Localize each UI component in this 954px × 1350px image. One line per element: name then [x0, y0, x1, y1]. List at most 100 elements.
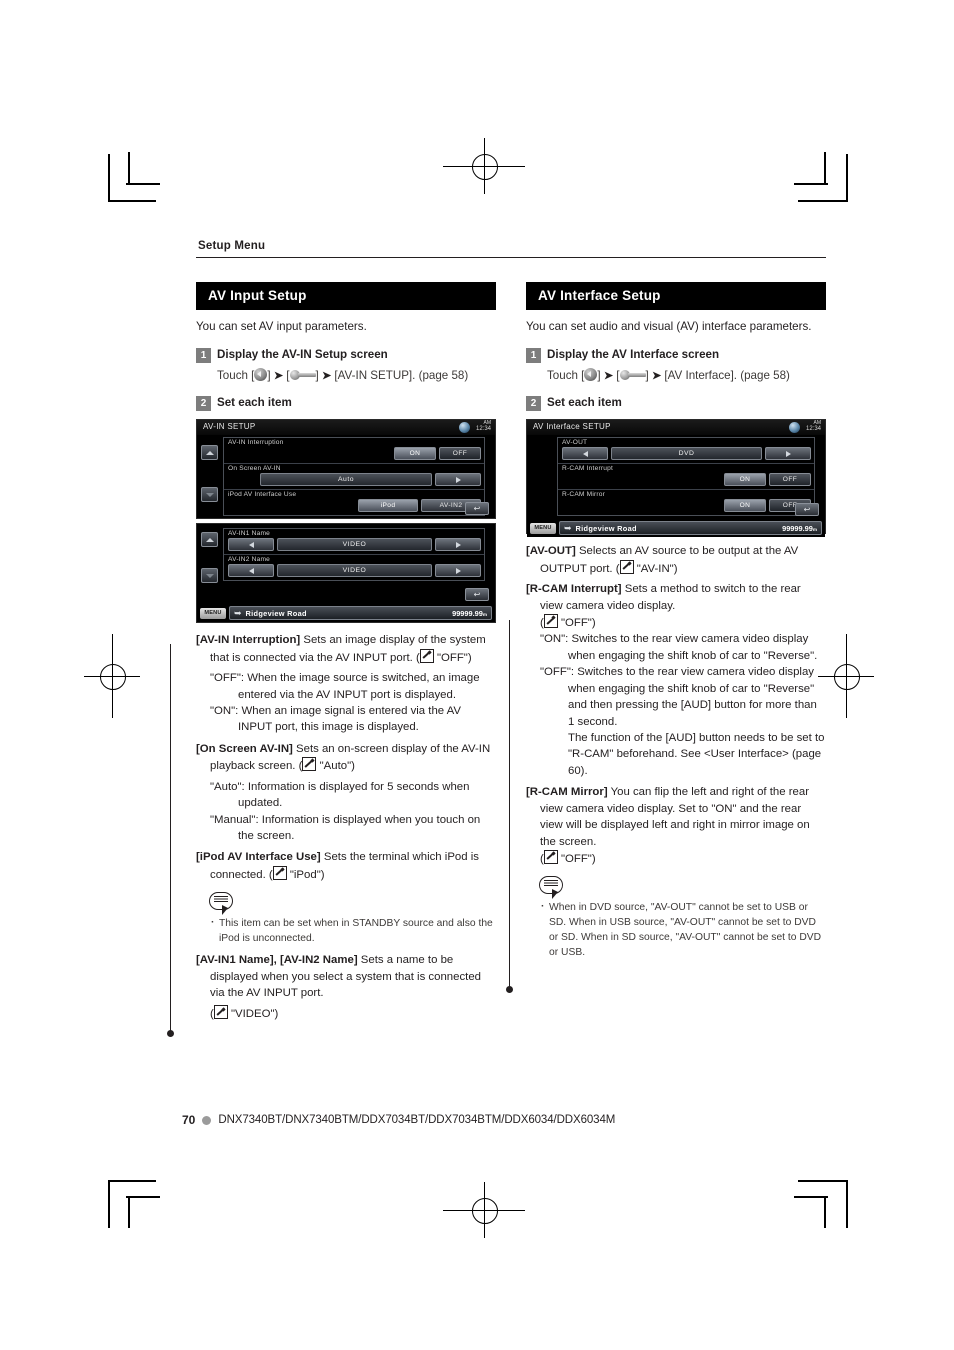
- touch-prefix-text: Touch [: [217, 368, 255, 382]
- triangle-left-icon: [582, 450, 588, 457]
- definition-ipod-av-interface-use: [iPod AV Interface Use] Sets the termina…: [196, 849, 496, 883]
- screenshot-title: AV-IN SETUP: [203, 422, 256, 432]
- left-touch-instruction: Touch [] ➤ [] ➤ [AV-IN SETUP]. (page 58): [217, 367, 469, 382]
- sub-key: "Auto":: [210, 780, 245, 793]
- nav-street-name: Ridgeview Road: [245, 608, 307, 618]
- av-out-next-button[interactable]: [765, 447, 811, 461]
- av-in2-name-value: VIDEO: [277, 564, 432, 578]
- right-step-1: 1 Display the AV Interface screen: [526, 347, 826, 363]
- row-label: On Screen AV-IN: [228, 465, 281, 473]
- r-cam-mirror-on-button[interactable]: ON: [724, 499, 766, 513]
- row-label: R-CAM Interrupt: [562, 465, 613, 473]
- note-bubble-icon: [209, 892, 235, 916]
- sub-value: Switches to the rear view camera video d…: [568, 633, 818, 662]
- definition-label: [R-CAM Interrupt]: [526, 583, 622, 596]
- row-on-screen-av-in: On Screen AV-IN Auto: [224, 464, 484, 491]
- av-out-prev-button[interactable]: [562, 447, 608, 461]
- turn-arrow-icon: ➥: [234, 607, 242, 618]
- default-setting-icon: [543, 849, 558, 864]
- row-label: AV-IN Interruption: [228, 439, 284, 447]
- step-number-1: 1: [196, 347, 211, 363]
- step-title-1: Display the AV-IN Setup screen: [217, 347, 388, 361]
- row-ipod-av-interface-use: iPod AV Interface Use iPod AV-IN2: [224, 490, 484, 515]
- right-column: AV Interface Setup You can set audio and…: [506, 282, 826, 1022]
- av-in1-name-value: VIDEO: [277, 538, 432, 552]
- definition-default: "VIDEO"): [230, 1008, 279, 1021]
- definition-r-cam-interrupt-default: ( "OFF"): [526, 614, 826, 631]
- page-number: 70: [182, 1113, 196, 1127]
- menu-button[interactable]: MENU: [530, 522, 556, 534]
- av-in-interruption-on-button[interactable]: ON: [394, 447, 436, 461]
- screenshot-body: AV-OUT DVD R-CAM Interrupt ON OFF R-CAM …: [527, 435, 825, 519]
- row-av-in-interruption: AV-IN Interruption ON OFF: [224, 438, 484, 465]
- av-in1-next-button[interactable]: [435, 538, 481, 552]
- right-touch-instruction: Touch [] ➤ [] ➤ [AV Interface]. (page 58…: [547, 367, 790, 382]
- av-out-value: DVD: [611, 447, 762, 461]
- definition-default: "OFF"): [560, 852, 596, 865]
- header-rule: [196, 257, 826, 259]
- clock-display: AM 12:34: [476, 421, 491, 433]
- sub-value: When an image signal is entered via the …: [238, 705, 462, 734]
- nav-street-name: Ridgeview Road: [575, 523, 637, 533]
- return-button-2[interactable]: [465, 588, 489, 602]
- row-av-in1-name: AV-IN1 Name VIDEO: [224, 529, 484, 556]
- nav-distance-unit: m: [482, 611, 487, 617]
- ipod-terminal-button[interactable]: iPod: [358, 499, 418, 513]
- r-cam-interrupt-off-button[interactable]: OFF: [769, 473, 811, 487]
- chevron-right-icon: ➤: [273, 369, 284, 382]
- page-content: Setup Menu AV Input Setup You can set AV…: [167, 240, 826, 1038]
- sub-value: Switches to the rear view camera video d…: [568, 666, 817, 728]
- row-controls: VIDEO: [228, 564, 481, 578]
- definition-sub-on: "ON": Switches to the rear view camera v…: [526, 631, 826, 664]
- right-step-2: 2 Set each item: [526, 395, 826, 412]
- definition-r-cam-mirror-default: ( "OFF"): [526, 849, 826, 867]
- note-bubble-lines: [214, 896, 228, 905]
- sub-value: When the image source is switched, an im…: [238, 672, 480, 701]
- scroll-down-button-2[interactable]: [201, 568, 218, 584]
- right-intro-text: You can set audio and visual (AV) interf…: [526, 320, 812, 334]
- page-footer: 70 DNX7340BT/DNX7340BTM/DDX7034BT/DDX703…: [182, 1113, 615, 1127]
- default-setting-icon: [302, 757, 317, 772]
- left-column: AV Input Setup You can set AV input para…: [167, 282, 496, 1038]
- definition-default: "OFF"): [436, 651, 472, 664]
- row-label: AV-IN2 Name: [228, 556, 271, 564]
- scroll-down-button[interactable]: [201, 487, 218, 503]
- definition-default: "AV-IN"): [636, 562, 678, 575]
- nav-distance: 99999.99m: [452, 609, 487, 618]
- nav-left-group: ➥ Ridgeview Road: [234, 607, 307, 618]
- touch-suffix-text: [AV Interface]. (page 58): [664, 368, 790, 382]
- av-in2-prev-button[interactable]: [228, 564, 274, 578]
- home-menu-icon: [584, 367, 598, 381]
- r-cam-interrupt-on-button[interactable]: ON: [724, 473, 766, 487]
- sub-key: "Manual":: [210, 813, 259, 826]
- scroll-up-button-2[interactable]: [201, 532, 218, 548]
- note-bubble-tail: [222, 905, 228, 916]
- return-button[interactable]: [465, 502, 489, 516]
- default-setting-icon: [419, 648, 434, 663]
- scroll-up-button[interactable]: [201, 445, 218, 461]
- screenshot-av-in-name: AV-IN1 Name VIDEO AV-IN2 Name VIDEO ↩ ME…: [196, 523, 496, 624]
- definition-av-in-names: [AV-IN1 Name], [AV-IN2 Name] Sets a name…: [196, 952, 496, 1001]
- turn-arrow-icon: ➥: [564, 522, 572, 533]
- row-label: AV-IN1 Name: [228, 530, 271, 538]
- definition-sub-auto: "Auto": Information is displayed for 5 s…: [196, 779, 496, 812]
- row-label: AV-OUT: [562, 439, 588, 447]
- definition-sub-note-aud: The function of the [AUD] button needs t…: [526, 730, 826, 779]
- av-in-interruption-off-button[interactable]: OFF: [439, 447, 481, 461]
- right-margin-bar: [509, 620, 511, 991]
- chevron-right-icon-2: ➤: [651, 369, 662, 382]
- av-in2-next-button[interactable]: [435, 564, 481, 578]
- on-screen-av-in-next-button[interactable]: [435, 473, 481, 487]
- globe-icon: [789, 422, 800, 434]
- av-in1-prev-button[interactable]: [228, 538, 274, 552]
- row-av-in2-name: AV-IN2 Name VIDEO: [224, 555, 484, 580]
- step-number-1: 1: [526, 347, 541, 363]
- menu-button[interactable]: MENU: [200, 607, 226, 619]
- step-title-1: Display the AV Interface screen: [547, 347, 720, 361]
- sub-key: "OFF":: [210, 672, 245, 685]
- return-button[interactable]: [795, 503, 819, 517]
- triangle-right-icon: [455, 476, 461, 483]
- row-controls: ON OFF: [562, 499, 811, 513]
- definition-label: [R-CAM Mirror]: [526, 786, 608, 799]
- nav-distance: 99999.99m: [782, 524, 817, 533]
